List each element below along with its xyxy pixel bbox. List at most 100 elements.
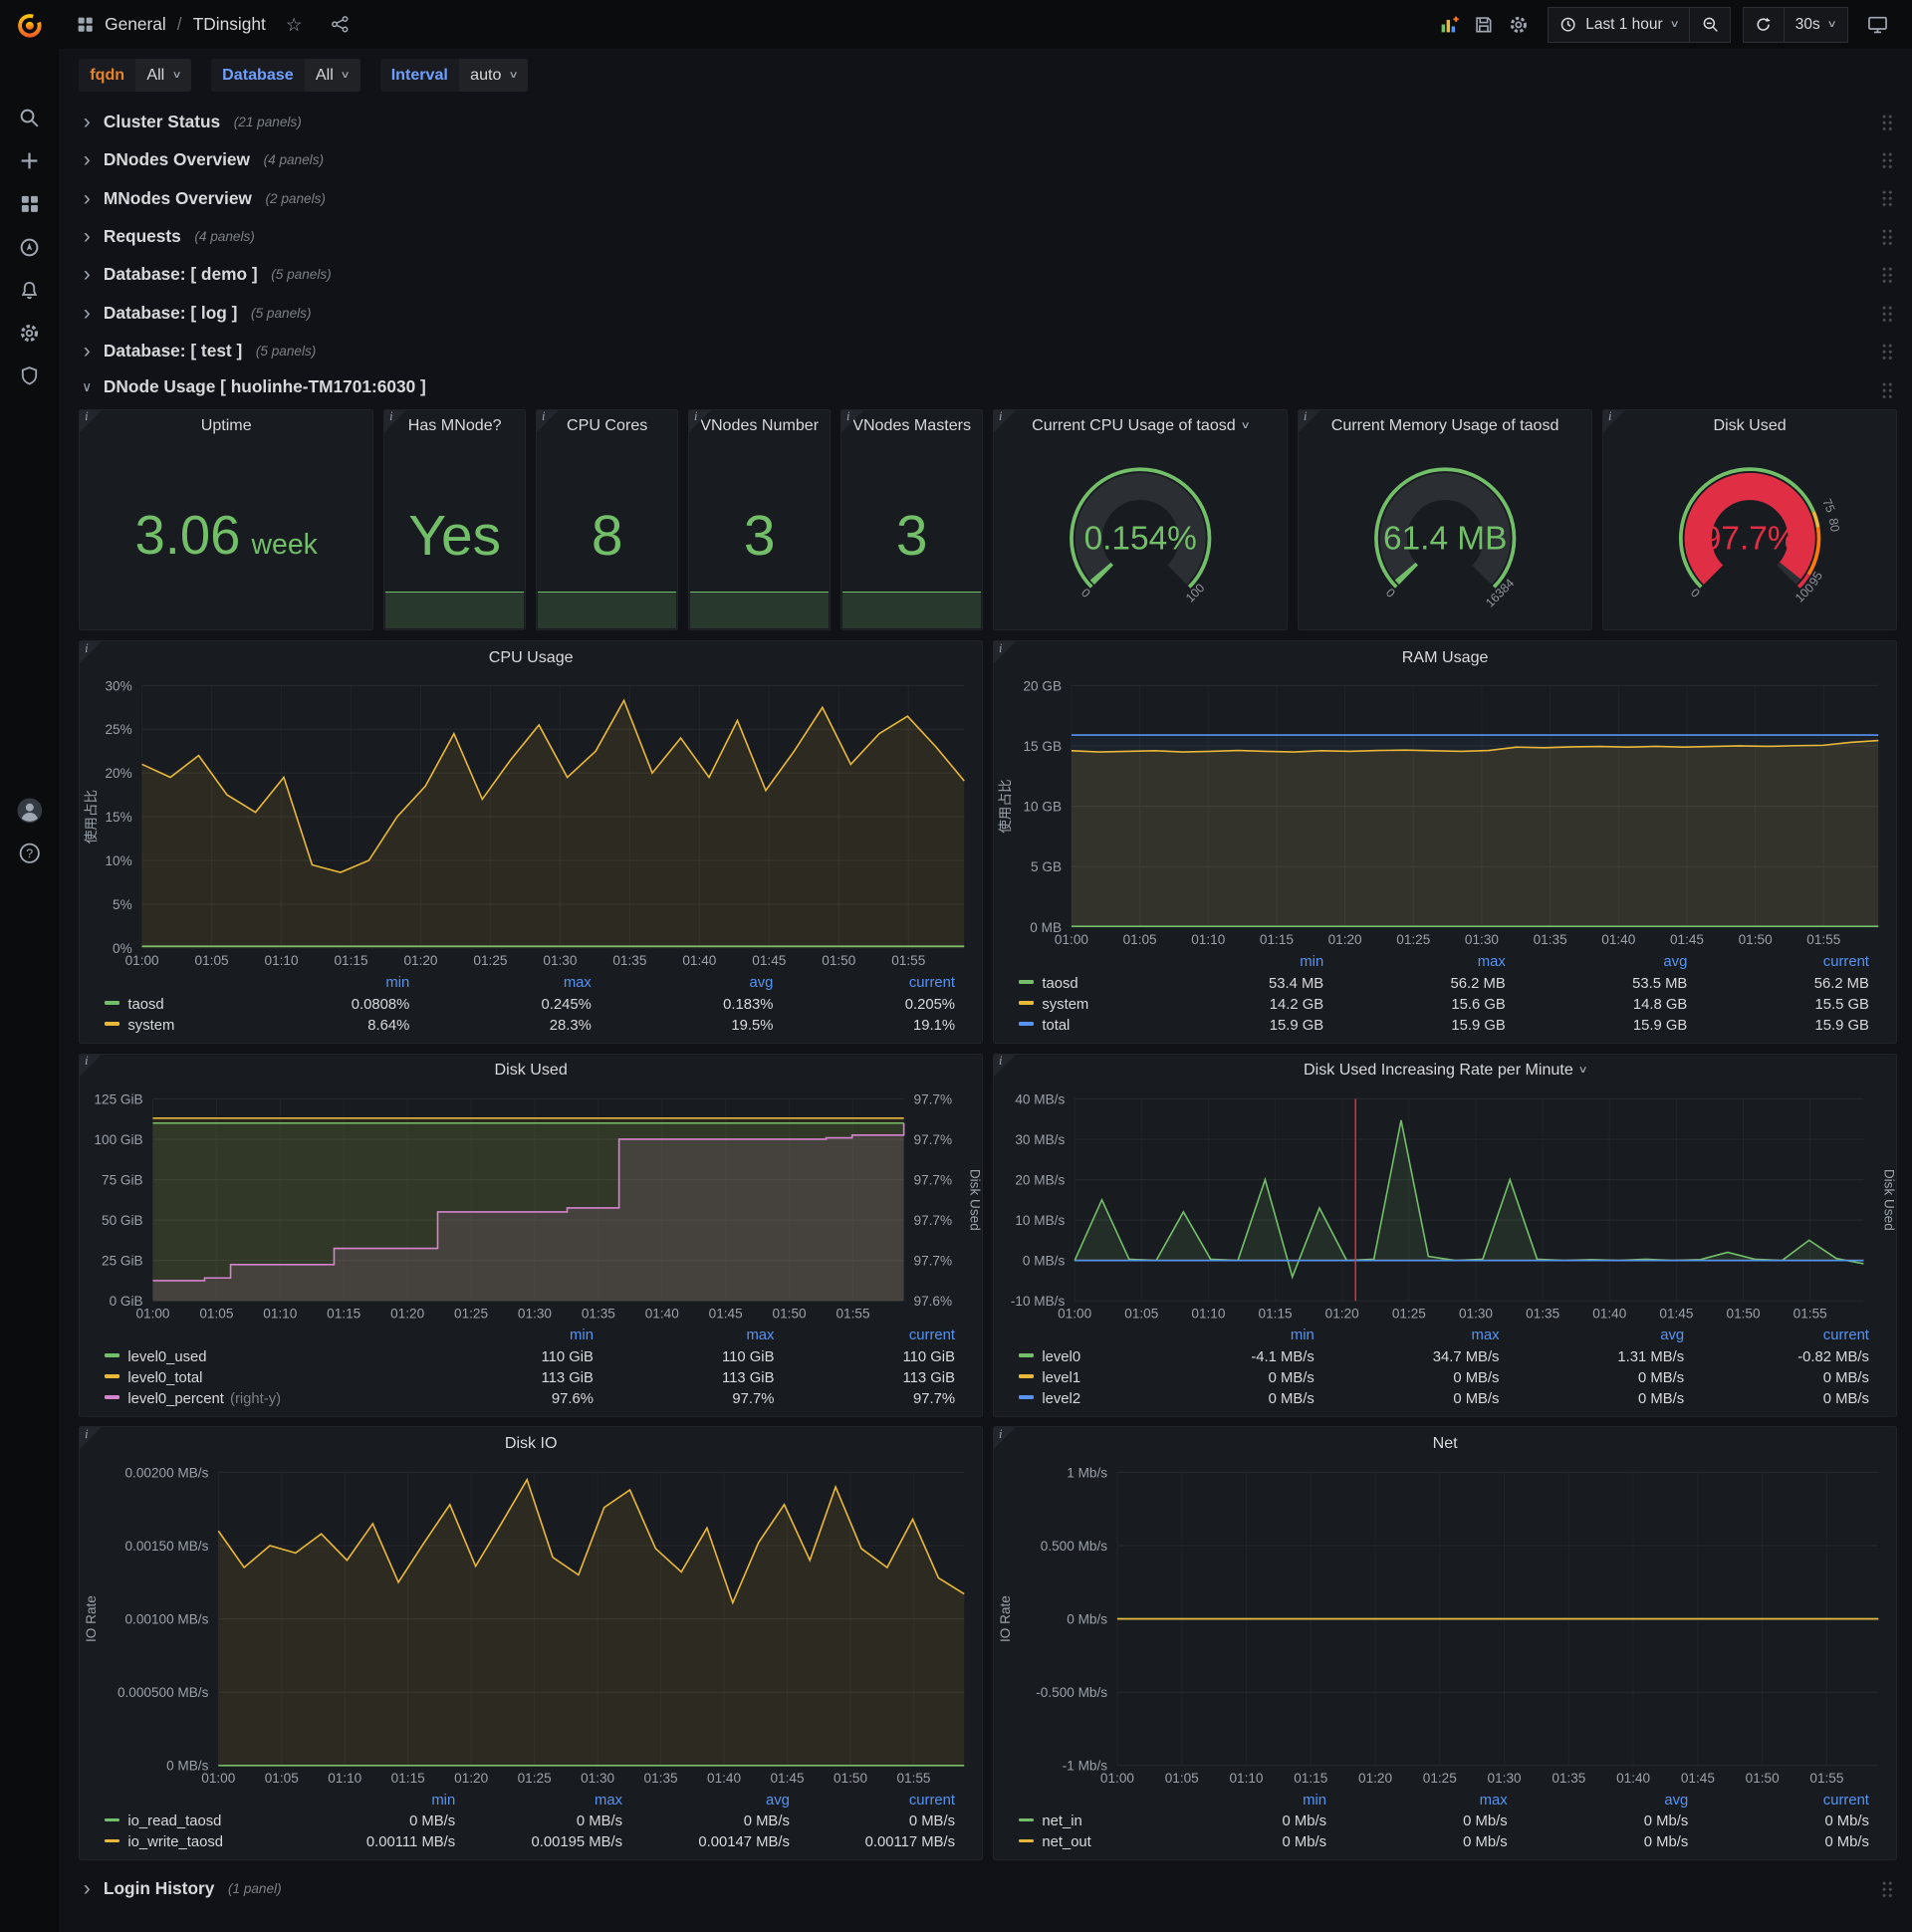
row-mnodes-overview[interactable]: › MNodes Overview (2 panels) [79, 180, 1897, 217]
legend-header-avg[interactable]: avg [1506, 953, 1687, 974]
breadcrumb-section[interactable]: General [105, 14, 166, 35]
legend-header-avg[interactable]: avg [1499, 1326, 1684, 1346]
legend-series-level0[interactable]: level0 [1018, 1346, 1129, 1367]
chart-plot[interactable]: 01:00 01:05 01:10 01:15 01:20 01:25 01:30 01:35… [994, 673, 1896, 952]
legend-series-level2[interactable]: level2 [1018, 1388, 1129, 1409]
legend-header-min[interactable]: min [1129, 1326, 1314, 1346]
legend-header-min[interactable]: min [412, 1326, 594, 1346]
row-drag-handle[interactable] [1881, 189, 1894, 209]
info-icon[interactable]: i [80, 1055, 103, 1077]
row-cluster-status[interactable]: › Cluster Status (21 panels) [79, 104, 1897, 140]
info-icon[interactable]: i [689, 410, 712, 432]
sidebar-item-search[interactable] [0, 96, 59, 138]
help-button[interactable]: ? [0, 832, 59, 874]
breadcrumb-title[interactable]: TDinsight [193, 14, 266, 35]
legend-series-total[interactable]: total [1018, 1016, 1142, 1037]
panel-title[interactable]: Current Memory Usage of taosd [1299, 410, 1591, 442]
panel-title[interactable]: Disk Used Increasing Rate per Minute ∨ [994, 1055, 1896, 1087]
legend-series-taosd[interactable]: taosd [1018, 974, 1142, 995]
sidebar-item-explore[interactable] [0, 225, 59, 268]
row-dnode-usage[interactable]: ∨ DNode Usage [ huolinhe-TM1701:6030 ] [79, 372, 1897, 402]
legend-header-current[interactable]: current [1684, 1326, 1869, 1346]
legend-series-level0_used[interactable]: level0_used [104, 1346, 413, 1367]
row-login-history[interactable]: › Login History (1 panel) [79, 1870, 1897, 1907]
row-drag-handle[interactable] [1881, 1879, 1894, 1899]
panel-title[interactable]: CPU Usage [80, 641, 982, 673]
refresh-button[interactable] [1743, 6, 1785, 43]
row-requests[interactable]: › Requests (4 panels) [79, 218, 1897, 255]
info-icon[interactable]: i [384, 410, 407, 432]
row-drag-handle[interactable] [1881, 151, 1894, 170]
panel-title[interactable]: Disk IO [80, 1427, 982, 1459]
legend-header-max[interactable]: max [455, 1791, 622, 1811]
sidebar-item-create[interactable] [0, 139, 59, 182]
sidebar-item-configuration[interactable] [0, 312, 59, 355]
row-drag-handle[interactable] [1881, 266, 1894, 285]
legend-series-taosd[interactable]: taosd [104, 995, 228, 1016]
panel-title[interactable]: Disk Used [1603, 410, 1896, 442]
variable-database[interactable]: Database All ∨ [211, 59, 360, 92]
row-drag-handle[interactable] [1881, 342, 1894, 362]
variable-value-dropdown[interactable]: auto ∨ [459, 59, 529, 92]
add-panel-button[interactable] [1432, 7, 1467, 42]
share-icon[interactable] [323, 7, 358, 42]
legend-header-avg[interactable]: avg [592, 974, 773, 995]
legend-header-max[interactable]: max [1323, 953, 1506, 974]
row-drag-handle[interactable] [1881, 304, 1894, 324]
info-icon[interactable]: i [537, 410, 560, 432]
info-icon[interactable]: i [994, 641, 1017, 663]
legend-series-level0_percent[interactable]: level0_percent (right-y) [104, 1388, 413, 1409]
legend-header-current[interactable]: current [1687, 953, 1869, 974]
zoom-out-button[interactable] [1689, 6, 1731, 43]
sidebar-item-alerting[interactable] [0, 269, 59, 312]
variable-fqdn[interactable]: fqdn All ∨ [79, 59, 192, 92]
legend-series-io_write_taosd[interactable]: io_write_taosd [104, 1832, 292, 1853]
info-icon[interactable]: i [841, 410, 864, 432]
info-icon[interactable]: i [80, 410, 103, 432]
time-range-picker[interactable]: Last 1 hour ∨ [1548, 6, 1691, 43]
info-icon[interactable]: i [1603, 410, 1626, 432]
sidebar-item-dashboards[interactable] [0, 182, 59, 225]
legend-header-max[interactable]: max [594, 1326, 774, 1346]
legend-header-current[interactable]: current [790, 1791, 955, 1811]
info-icon[interactable]: i [994, 1427, 1017, 1450]
row-database-log[interactable]: › Database: [ log ] (5 panels) [79, 295, 1897, 332]
legend-header-avg[interactable]: avg [1508, 1791, 1688, 1811]
row-database-test[interactable]: › Database: [ test ] (5 panels) [79, 333, 1897, 369]
legend-series-io_read_taosd[interactable]: io_read_taosd [104, 1811, 292, 1832]
info-icon[interactable]: i [994, 410, 1017, 432]
grafana-logo[interactable] [0, 0, 59, 52]
legend-header-min[interactable]: min [1145, 1791, 1326, 1811]
legend-series-system[interactable]: system [104, 1016, 228, 1037]
legend-header-min[interactable]: min [292, 1791, 455, 1811]
chart-plot[interactable]: 01:00 01:05 01:10 01:15 01:20 01:25 01:30 01:35… [994, 1460, 1896, 1791]
row-drag-handle[interactable] [1881, 381, 1894, 400]
panel-title[interactable]: Uptime [80, 410, 372, 442]
legend-header-avg[interactable]: avg [622, 1791, 790, 1811]
save-dashboard-button[interactable] [1467, 7, 1502, 42]
row-drag-handle[interactable] [1881, 113, 1894, 132]
chart-plot[interactable]: 01:00 01:05 01:10 01:15 01:20 01:25 01:30 01:35… [80, 1460, 982, 1791]
legend-header-current[interactable]: current [1688, 1791, 1869, 1811]
variable-value-dropdown[interactable]: All ∨ [135, 59, 192, 92]
row-drag-handle[interactable] [1881, 227, 1894, 247]
info-icon[interactable]: i [80, 641, 103, 663]
variable-interval[interactable]: Interval auto ∨ [379, 59, 529, 92]
row-dnodes-overview[interactable]: › DNodes Overview (4 panels) [79, 141, 1897, 178]
panel-title[interactable]: Current CPU Usage of taosd ∨ [994, 410, 1287, 442]
chart-plot[interactable]: 01:00 01:05 01:10 01:15 01:20 01:25 01:30 01:35… [80, 1087, 982, 1327]
legend-series-system[interactable]: system [1018, 995, 1142, 1016]
refresh-interval-picker[interactable]: 30s ∨ [1783, 6, 1848, 43]
panel-title[interactable]: RAM Usage [994, 641, 1896, 673]
legend-header-max[interactable]: max [409, 974, 592, 995]
dashboard-settings-button[interactable] [1501, 7, 1536, 42]
legend-series-level1[interactable]: level1 [1018, 1367, 1129, 1388]
cycle-view-button[interactable] [1860, 7, 1895, 42]
panel-title[interactable]: Net [994, 1427, 1896, 1459]
legend-series-net_in[interactable]: net_in [1018, 1811, 1146, 1832]
info-icon[interactable]: i [80, 1427, 103, 1450]
legend-header-current[interactable]: current [773, 974, 955, 995]
sidebar-item-server-admin[interactable] [0, 355, 59, 397]
legend-header-max[interactable]: max [1314, 1326, 1499, 1346]
legend-series-net_out[interactable]: net_out [1018, 1832, 1146, 1853]
